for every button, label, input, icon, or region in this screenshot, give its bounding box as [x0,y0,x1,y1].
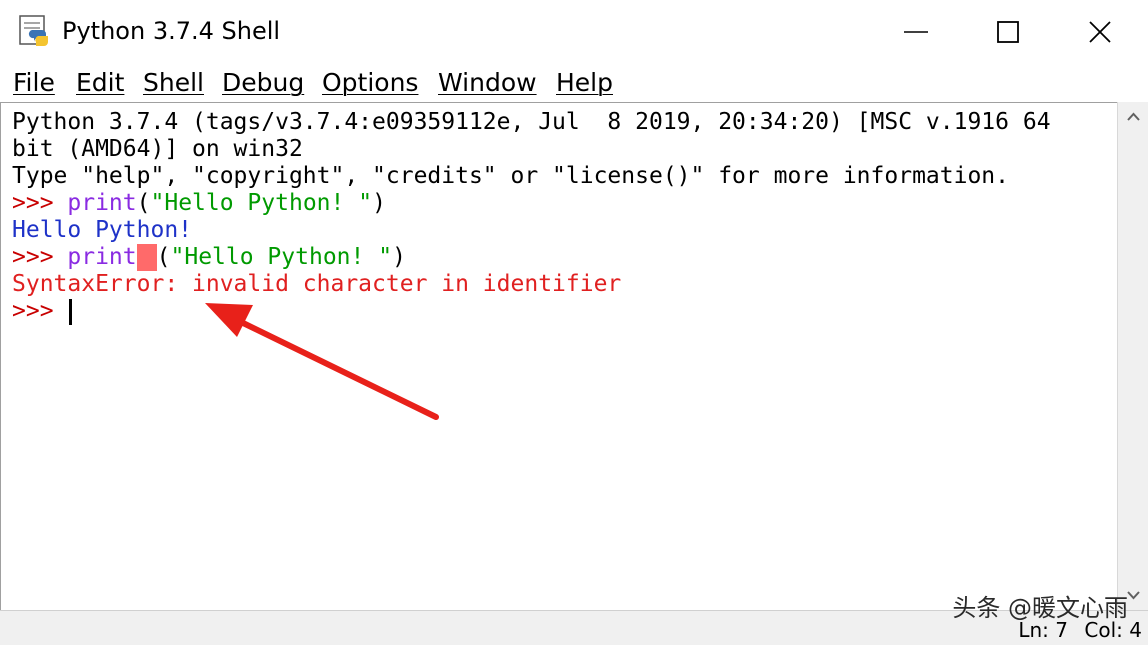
command-line-2: >>> print ("Hello Python! ") [12,244,406,271]
window-title: Python 3.7.4 Shell [62,17,281,45]
keyword-print: print [67,190,137,216]
minimize-icon [904,31,928,33]
maximize-icon [997,21,1019,43]
string-literal: "Hello Python! " [150,190,373,216]
python-idle-icon[interactable] [18,14,52,48]
menu-file[interactable]: File [13,67,55,99]
banner-line-2: bit (AMD64)] on win32 [12,136,303,162]
command-args: ("Hello Python! ") [156,244,406,270]
chevron-up-icon [1127,112,1140,121]
prompt: >>> [12,244,68,270]
banner-line-3: Type "help", "copyright", "credits" or "… [12,163,1009,189]
command-args: ("Hello Python! ") [136,190,386,216]
maximize-button[interactable] [962,0,1054,64]
menu-debug[interactable]: Debug [222,67,304,99]
scroll-up-button[interactable] [1118,102,1148,132]
syntax-error-line: SyntaxError: invalid character in identi… [12,271,622,297]
close-icon [1089,21,1111,43]
status-line-number: Ln: 7 [1018,618,1068,642]
invalid-character-highlight [136,244,157,271]
title-bar: Python 3.7.4 Shell [0,0,1148,64]
close-button[interactable] [1054,0,1146,64]
keyword-print: print [67,244,137,270]
banner-line-1: Python 3.7.4 (tags/v3.7.4:e09359112e, Ju… [12,109,1051,135]
menu-help[interactable]: Help [556,67,613,99]
text-cursor [69,299,72,325]
string-literal: "Hello Python! " [170,244,393,270]
status-bar: 头条 @暖文心雨 Ln: 7 Col: 4 [0,594,1148,645]
status-column-number: Col: 4 [1084,618,1142,642]
shell-text-area[interactable]: Python 3.7.4 (tags/v3.7.4:e09359112e, Ju… [0,102,1117,611]
menu-window[interactable]: Window [438,67,537,99]
prompt: >>> [12,190,68,216]
menu-options[interactable]: Options [322,67,418,99]
menu-bar: File Edit Shell Debug Options Window Hel… [0,64,1148,102]
minimize-button[interactable] [870,0,962,64]
output-line: Hello Python! [12,217,193,243]
menu-edit[interactable]: Edit [76,67,124,99]
vertical-scrollbar[interactable] [1117,102,1148,610]
menu-shell[interactable]: Shell [143,67,204,99]
command-line-1: >>> print("Hello Python! ") [12,190,386,217]
current-prompt: >>> [12,298,68,324]
